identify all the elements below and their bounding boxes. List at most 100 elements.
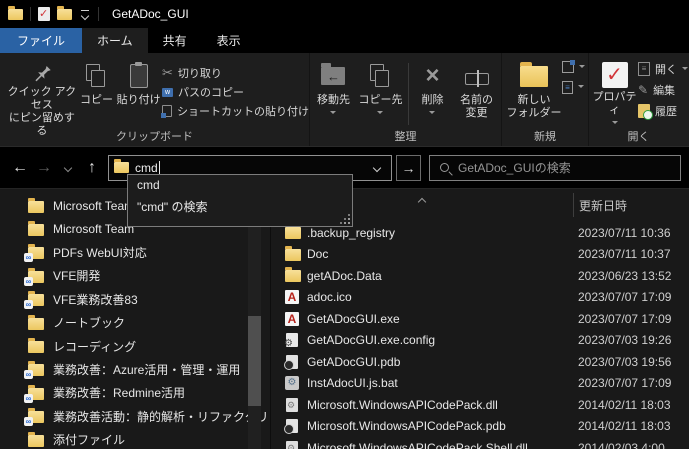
paste-icon <box>130 64 148 88</box>
tab-home[interactable]: ホーム <box>82 28 148 53</box>
back-button[interactable]: ← <box>8 159 32 177</box>
qat-folder-icon[interactable] <box>57 9 72 20</box>
sidebar-item[interactable]: PDFs WebUI対応 <box>0 241 270 264</box>
qat-properties-icon[interactable] <box>38 7 50 21</box>
folder-icon <box>28 201 44 213</box>
paste-shortcut-icon <box>162 105 172 117</box>
recent-locations-button[interactable] <box>56 165 80 171</box>
new-item-button[interactable] <box>562 61 585 73</box>
group-label-clipboard: クリップボード <box>0 128 309 144</box>
search-icon <box>440 163 449 172</box>
properties-icon: ✓ <box>602 62 628 88</box>
dll-file-icon <box>286 441 298 449</box>
open-button[interactable]: ≡ 開く <box>638 61 688 77</box>
scissors-icon: ✂ <box>162 65 173 81</box>
config-file-icon <box>286 333 298 347</box>
file-rows: .backup_registry 2023/07/11 10:36 Doc 20… <box>271 222 689 449</box>
folder-icon <box>28 224 44 236</box>
file-row[interactable]: InstAdocUI.js.bat 2023/07/07 17:09 <box>271 373 689 395</box>
copy-path-icon: w <box>162 88 173 97</box>
file-row[interactable]: GetADocGUI.exe 2023/07/07 17:09 <box>271 308 689 330</box>
pdb-file-icon <box>286 355 298 369</box>
sidebar-item[interactable]: レコーディング <box>0 334 270 357</box>
paste-button[interactable]: 貼り付け <box>115 57 162 127</box>
delete-button[interactable]: × 削除 <box>413 57 452 127</box>
pin-to-quick-access-button[interactable]: クイック アクセス にピン留めする <box>6 57 78 127</box>
sort-ascending-icon <box>419 194 425 208</box>
forward-button[interactable]: → <box>32 159 56 177</box>
clipboard-small-buttons: ✂ 切り取り w パスのコピー ショートカットの貼り付け <box>162 65 309 119</box>
group-label-organize: 整理 <box>310 128 501 144</box>
folder-link-icon <box>28 294 44 306</box>
chevron-down-icon <box>579 65 585 71</box>
folder-link-icon <box>28 247 44 259</box>
autocomplete-search-item[interactable]: "cmd" の検索 <box>128 195 352 218</box>
cut-button[interactable]: ✂ 切り取り <box>162 65 309 81</box>
move-to-button[interactable]: ← 移動先 <box>310 57 357 127</box>
file-row[interactable]: Microsoft.WindowsAPICodePack.dll 2014/02… <box>271 394 689 416</box>
column-separator[interactable] <box>573 193 574 217</box>
autocomplete-item[interactable]: cmd <box>128 175 352 195</box>
resize-grip[interactable] <box>341 215 350 224</box>
copy-to-button[interactable]: コピー先 <box>357 57 404 127</box>
sidebar-item[interactable]: VFE開発 <box>0 264 270 287</box>
address-dropdown-button[interactable] <box>363 156 391 180</box>
easy-access-icon: ≡ <box>562 81 573 94</box>
new-folder-button[interactable]: 新しい フォルダー <box>506 57 562 127</box>
move-to-icon: ← <box>321 67 345 85</box>
copy-button[interactable]: コピー <box>78 57 115 127</box>
sidebar-item[interactable]: ノートブック <box>0 311 270 334</box>
folder-link-icon <box>28 388 44 400</box>
go-to-button[interactable]: → <box>396 155 421 181</box>
delete-icon: × <box>425 65 439 87</box>
text-cursor <box>159 161 160 175</box>
file-row[interactable]: Microsoft.WindowsAPICodePack.Shell.dll 2… <box>271 437 689 449</box>
easy-access-button[interactable]: ≡ <box>562 81 585 94</box>
sidebar-item[interactable]: 業務改善：Azure活用・管理・運用 <box>0 358 270 381</box>
folder-icon <box>285 227 301 239</box>
edit-icon: ✎ <box>638 83 648 97</box>
tab-file[interactable]: ファイル <box>0 28 82 53</box>
chevron-down-icon <box>612 121 618 127</box>
tab-share[interactable]: 共有 <box>148 28 202 53</box>
properties-button[interactable]: ✓ プロパティ <box>591 57 638 127</box>
file-row[interactable]: Doc 2023/07/11 10:37 <box>271 244 689 266</box>
file-row[interactable]: adoc.ico 2023/07/07 17:09 <box>271 287 689 309</box>
chevron-down-icon <box>578 85 584 91</box>
search-input[interactable] <box>458 161 680 175</box>
file-row[interactable]: GetADocGUI.pdb 2023/07/03 19:56 <box>271 351 689 373</box>
edit-button[interactable]: ✎ 編集 <box>638 82 688 98</box>
sidebar-scrollbar-thumb[interactable] <box>248 316 261 406</box>
address-folder-icon <box>114 162 129 173</box>
sidebar-item[interactable]: 添付ファイル <box>0 428 270 449</box>
folder-icon <box>28 341 44 353</box>
sidebar-item[interactable]: 業務改善活動：静的解析・リファクタリン <box>0 405 270 428</box>
qat-customize-button[interactable] <box>79 10 91 19</box>
ribbon-group-open: ✓ プロパティ ≡ 開く ✎ 編集 履歴 開く <box>589 53 688 146</box>
ribbon-group-clipboard: クイック アクセス にピン留めする コピー 貼り付け ✂ 切り取り w パスのコ… <box>0 53 310 146</box>
rename-icon <box>465 73 489 85</box>
file-row[interactable]: getADoc.Data 2023/06/23 13:52 <box>271 265 689 287</box>
sidebar-item[interactable]: VFE業務改善83 <box>0 288 270 311</box>
up-button[interactable]: ↑ <box>80 159 104 177</box>
folder-icon <box>28 435 44 447</box>
file-row[interactable]: Microsoft.WindowsAPICodePack.pdb 2014/02… <box>271 416 689 438</box>
app-folder-icon <box>8 9 23 20</box>
address-autocomplete-dropdown: cmd "cmd" の検索 <box>127 174 353 227</box>
history-button[interactable]: 履歴 <box>638 103 688 119</box>
folder-icon <box>285 270 301 282</box>
copy-path-button[interactable]: w パスのコピー <box>162 84 309 100</box>
column-header-date-modified[interactable]: 更新日時 <box>579 197 627 214</box>
chevron-down-icon <box>377 111 383 117</box>
new-item-icon <box>562 61 574 73</box>
ribbon: クイック アクセス にピン留めする コピー 貼り付け ✂ 切り取り w パスのコ… <box>0 53 689 147</box>
address-input-text[interactable]: cmd <box>135 161 158 175</box>
paste-shortcut-button[interactable]: ショートカットの貼り付け <box>162 103 309 119</box>
search-box[interactable] <box>429 155 681 181</box>
file-row[interactable]: GetADocGUI.exe.config 2023/07/03 19:26 <box>271 330 689 352</box>
copy-icon <box>86 64 106 88</box>
sidebar-item[interactable]: 業務改善：Redmine活用 <box>0 381 270 404</box>
ico-file-icon <box>285 290 299 304</box>
tab-view[interactable]: 表示 <box>202 28 256 53</box>
rename-button[interactable]: 名前の 変更 <box>452 57 501 127</box>
